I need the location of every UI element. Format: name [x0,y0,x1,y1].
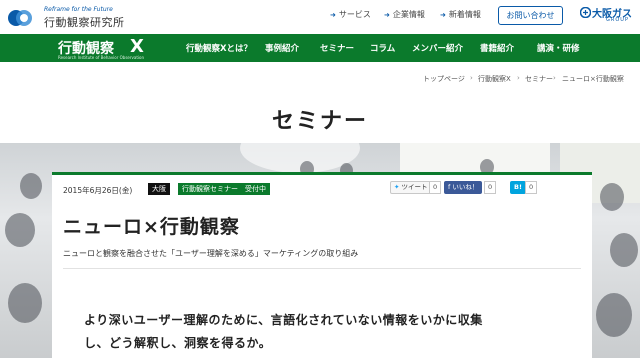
breadcrumb-home[interactable]: トップページ [423,74,465,84]
osaka-gas-mark-icon [580,7,591,18]
nav-item-seminar[interactable]: セミナー [320,42,354,54]
lead-line-2: し、どう解釈し、洞察を得るか。 [84,336,272,350]
nav-item-about[interactable]: 行動観察Xとは？ [186,42,252,54]
nav-item-column[interactable]: コラム [370,42,395,54]
breadcrumb-separator: › [470,74,473,82]
utility-link-company[interactable]: ➜ 企業情報 [384,9,425,20]
lead-line-1: より深いユーザー理解のために、言語化されていない情報をいかに収集 [84,313,483,327]
tweet-count: 0 [429,181,442,194]
breadcrumb-separator: › [517,74,520,82]
category-tag: 行動観察セミナー 受付中 [178,183,270,195]
site-logo[interactable]: Reframe for the Future 行動観察研究所 [6,5,136,31]
nav-item-members[interactable]: メンバー紹介 [412,42,463,54]
breadcrumb-seminar[interactable]: セミナー [525,74,553,84]
twitter-bird-icon: ✦ [394,183,400,191]
nav-logo[interactable]: 行動観察 X Research Institute of Behavior Ob… [58,36,158,60]
arrow-right-icon: ➜ [440,11,446,19]
breadcrumb-section[interactable]: 行動観察X [478,74,511,84]
nav-item-lectures[interactable]: 講演・研修 [537,42,580,54]
article-subtitle: ニューロと観察を融合させた「ユーザー理解を深める」マーケティングの取り組み [63,249,359,258]
area-tag: 大阪 [148,183,170,195]
page-title: セミナー [271,109,368,134]
utility-link-news[interactable]: ➜ 新着情報 [440,9,481,20]
arrow-right-icon: ➜ [384,11,390,19]
card-accent-line [52,172,592,175]
logo-name: 行動観察研究所 [44,16,125,29]
breadcrumb-separator: › [553,74,556,82]
article-lead: より深いユーザー理解のために、言語化されていない情報をいかに収集 し、どう解釈し… [84,309,574,355]
osaka-gas-group: GROUP [606,17,629,23]
arrow-right-icon: ➜ [330,11,336,19]
logo-tagline: Reframe for the Future [44,6,113,13]
osaka-gas-logo[interactable]: 大阪ガス GROUP [580,6,636,28]
utility-link-service[interactable]: ➜ サービス [330,9,371,20]
divider [63,268,581,269]
contact-button[interactable]: お問い合わせ [498,6,563,25]
article-title: ニューロ×行動観察 [63,216,240,238]
breadcrumb-current: ニューロ×行動観察 [562,75,624,83]
logo-rings-icon [8,10,32,26]
like-button[interactable]: f いいね！ [444,181,483,194]
top-bar: Reframe for the Future 行動観察研究所 ➜ サービス ➜ 企業… [0,0,640,34]
like-count: 0 [484,181,497,194]
facebook-icon: f [448,183,451,191]
hatena-bookmark-button[interactable]: B! [510,181,526,194]
nav-logo-subtitle: Research Institute of Behavior Observati… [58,55,145,60]
nav-item-books[interactable]: 書籍紹介 [480,42,514,54]
article-card: 2015年6月26日(金) 大阪 行動観察セミナー 受付中 ✦ ツイート 0 f… [52,172,592,358]
nav-item-cases[interactable]: 事例紹介 [265,42,299,54]
nav-logo-x: X [130,36,144,57]
main-nav: 行動観察 X Research Institute of Behavior Ob… [0,34,640,62]
article-date: 2015年6月26日(金) [63,186,133,195]
hatena-count: 0 [525,181,538,194]
tweet-button[interactable]: ✦ ツイート [390,181,432,194]
